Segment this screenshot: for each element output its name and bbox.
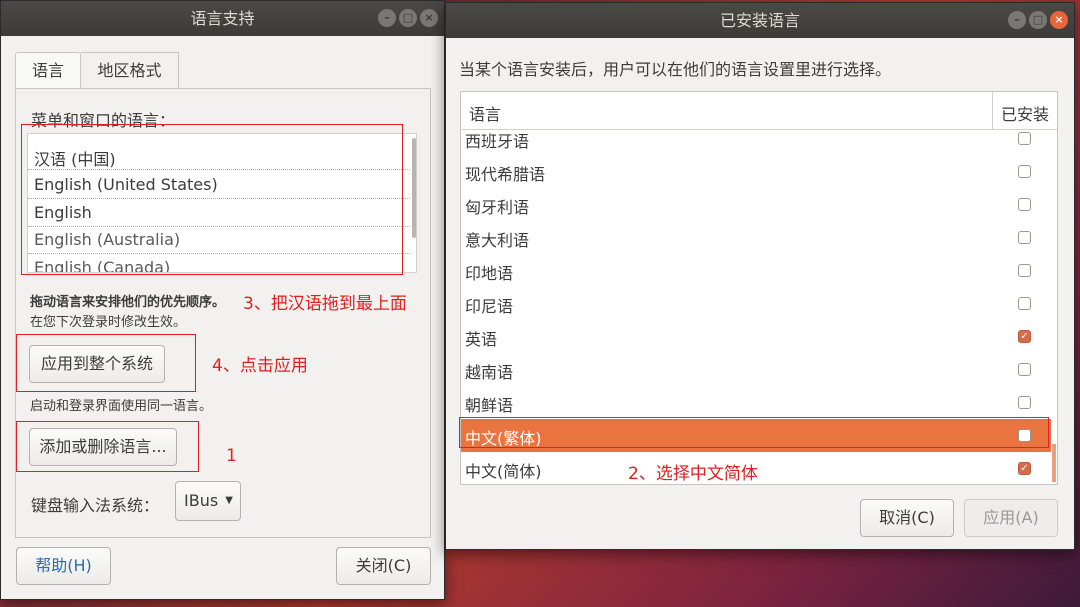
- table-row[interactable]: 西班牙语: [461, 122, 1051, 155]
- close-button[interactable]: 关闭(C): [336, 547, 431, 585]
- installed-checkbox[interactable]: [1018, 363, 1031, 376]
- close-icon[interactable]: ×: [420, 9, 438, 27]
- dropdown-arrow-icon: ▼: [225, 495, 233, 506]
- apply-button-label: 应用(A): [983, 508, 1039, 527]
- right-titlebar: 已安装语言 – □ ×: [446, 3, 1074, 38]
- annotation-step4: 4、点击应用: [212, 356, 308, 376]
- row-language-name: 意大利语: [465, 231, 530, 250]
- row-language-name: 英语: [465, 330, 498, 349]
- annotation-box-traditional-chinese: [459, 417, 1049, 448]
- close-button-label: 关闭(C): [355, 556, 412, 575]
- drag-hint-sub: 在您下次登录时修改生效。: [30, 315, 187, 330]
- row-language-name: 匈牙利语: [465, 198, 530, 217]
- installed-checkbox[interactable]: [1018, 231, 1031, 244]
- annotation-step2: 2、选择中文简体: [628, 464, 758, 484]
- minimize-icon[interactable]: –: [378, 9, 396, 27]
- row-language-name: 西班牙语: [465, 132, 530, 151]
- tab-region-format[interactable]: 地区格式: [81, 52, 179, 88]
- installed-checkbox[interactable]: ✓: [1018, 462, 1031, 475]
- table-row[interactable]: 现代希腊语: [461, 155, 1051, 188]
- help-button-label: 帮助(H): [35, 556, 92, 575]
- row-language-name: 印地语: [465, 264, 514, 283]
- installed-checkbox[interactable]: [1018, 165, 1031, 178]
- annotation-step1: 1: [226, 446, 237, 466]
- table-row[interactable]: 英语 ✓: [461, 320, 1051, 353]
- annotation-box-apply-system: [16, 334, 196, 392]
- annotation-box-language-list: [21, 124, 403, 275]
- installed-checkbox[interactable]: [1018, 198, 1031, 211]
- row-language-name: 印尼语: [465, 297, 514, 316]
- maximize-icon[interactable]: □: [399, 9, 417, 27]
- annotation-box-add-remove: [16, 421, 199, 472]
- list-scrollbar[interactable]: [412, 138, 416, 238]
- left-window-title: 语言支持: [190, 9, 255, 28]
- tab-language[interactable]: 语言: [15, 52, 81, 89]
- installed-checkbox[interactable]: ✓: [1018, 330, 1031, 343]
- install-description: 当某个语言安装后，用户可以在他们的语言设置里进行选择。: [459, 60, 892, 79]
- help-button[interactable]: 帮助(H): [16, 547, 111, 585]
- table-row[interactable]: 印尼语: [461, 287, 1051, 320]
- login-hint: 启动和登录界面使用同一语言。: [30, 399, 213, 414]
- input-method-select[interactable]: IBus ▼: [175, 481, 241, 521]
- installed-checkbox[interactable]: [1018, 396, 1031, 409]
- input-method-label: 键盘输入法系统：: [31, 496, 160, 515]
- left-titlebar: 语言支持 – □ ×: [1, 1, 444, 36]
- minimize-icon[interactable]: –: [1008, 11, 1026, 29]
- cancel-button-label: 取消(C): [879, 508, 935, 527]
- table-row[interactable]: 意大利语: [461, 221, 1051, 254]
- table-row[interactable]: 匈牙利语: [461, 188, 1051, 221]
- row-language-name: 现代希腊语: [465, 165, 546, 184]
- installed-checkbox[interactable]: [1018, 132, 1031, 145]
- installed-checkbox[interactable]: [1018, 264, 1031, 277]
- table-row[interactable]: 朝鲜语: [461, 386, 1051, 419]
- right-window-title: 已安装语言: [719, 11, 800, 30]
- input-method-value: IBus: [184, 491, 219, 510]
- maximize-icon[interactable]: □: [1029, 11, 1047, 29]
- table-row[interactable]: 越南语: [461, 353, 1051, 386]
- close-icon[interactable]: ×: [1050, 11, 1068, 29]
- tab-region-format-label: 地区格式: [97, 61, 162, 80]
- installed-checkbox[interactable]: [1018, 297, 1031, 310]
- table-row[interactable]: 印地语: [461, 254, 1051, 287]
- drag-hint: 拖动语言来安排他们的优先顺序。: [30, 295, 226, 310]
- annotation-step3: 3、把汉语拖到最上面: [243, 294, 407, 314]
- tab-language-label: 语言: [31, 61, 64, 80]
- apply-button[interactable]: 应用(A): [964, 499, 1058, 537]
- installed-languages-window: 已安装语言 – □ × 当某个语言安装后，用户可以在他们的语言设置里进行选择。 …: [445, 2, 1075, 550]
- row-language-name: 中文(简体): [465, 462, 542, 481]
- table-scrollbar[interactable]: [1052, 444, 1056, 482]
- row-language-name: 朝鲜语: [465, 396, 514, 415]
- cancel-button[interactable]: 取消(C): [860, 499, 954, 537]
- row-language-name: 越南语: [465, 363, 514, 382]
